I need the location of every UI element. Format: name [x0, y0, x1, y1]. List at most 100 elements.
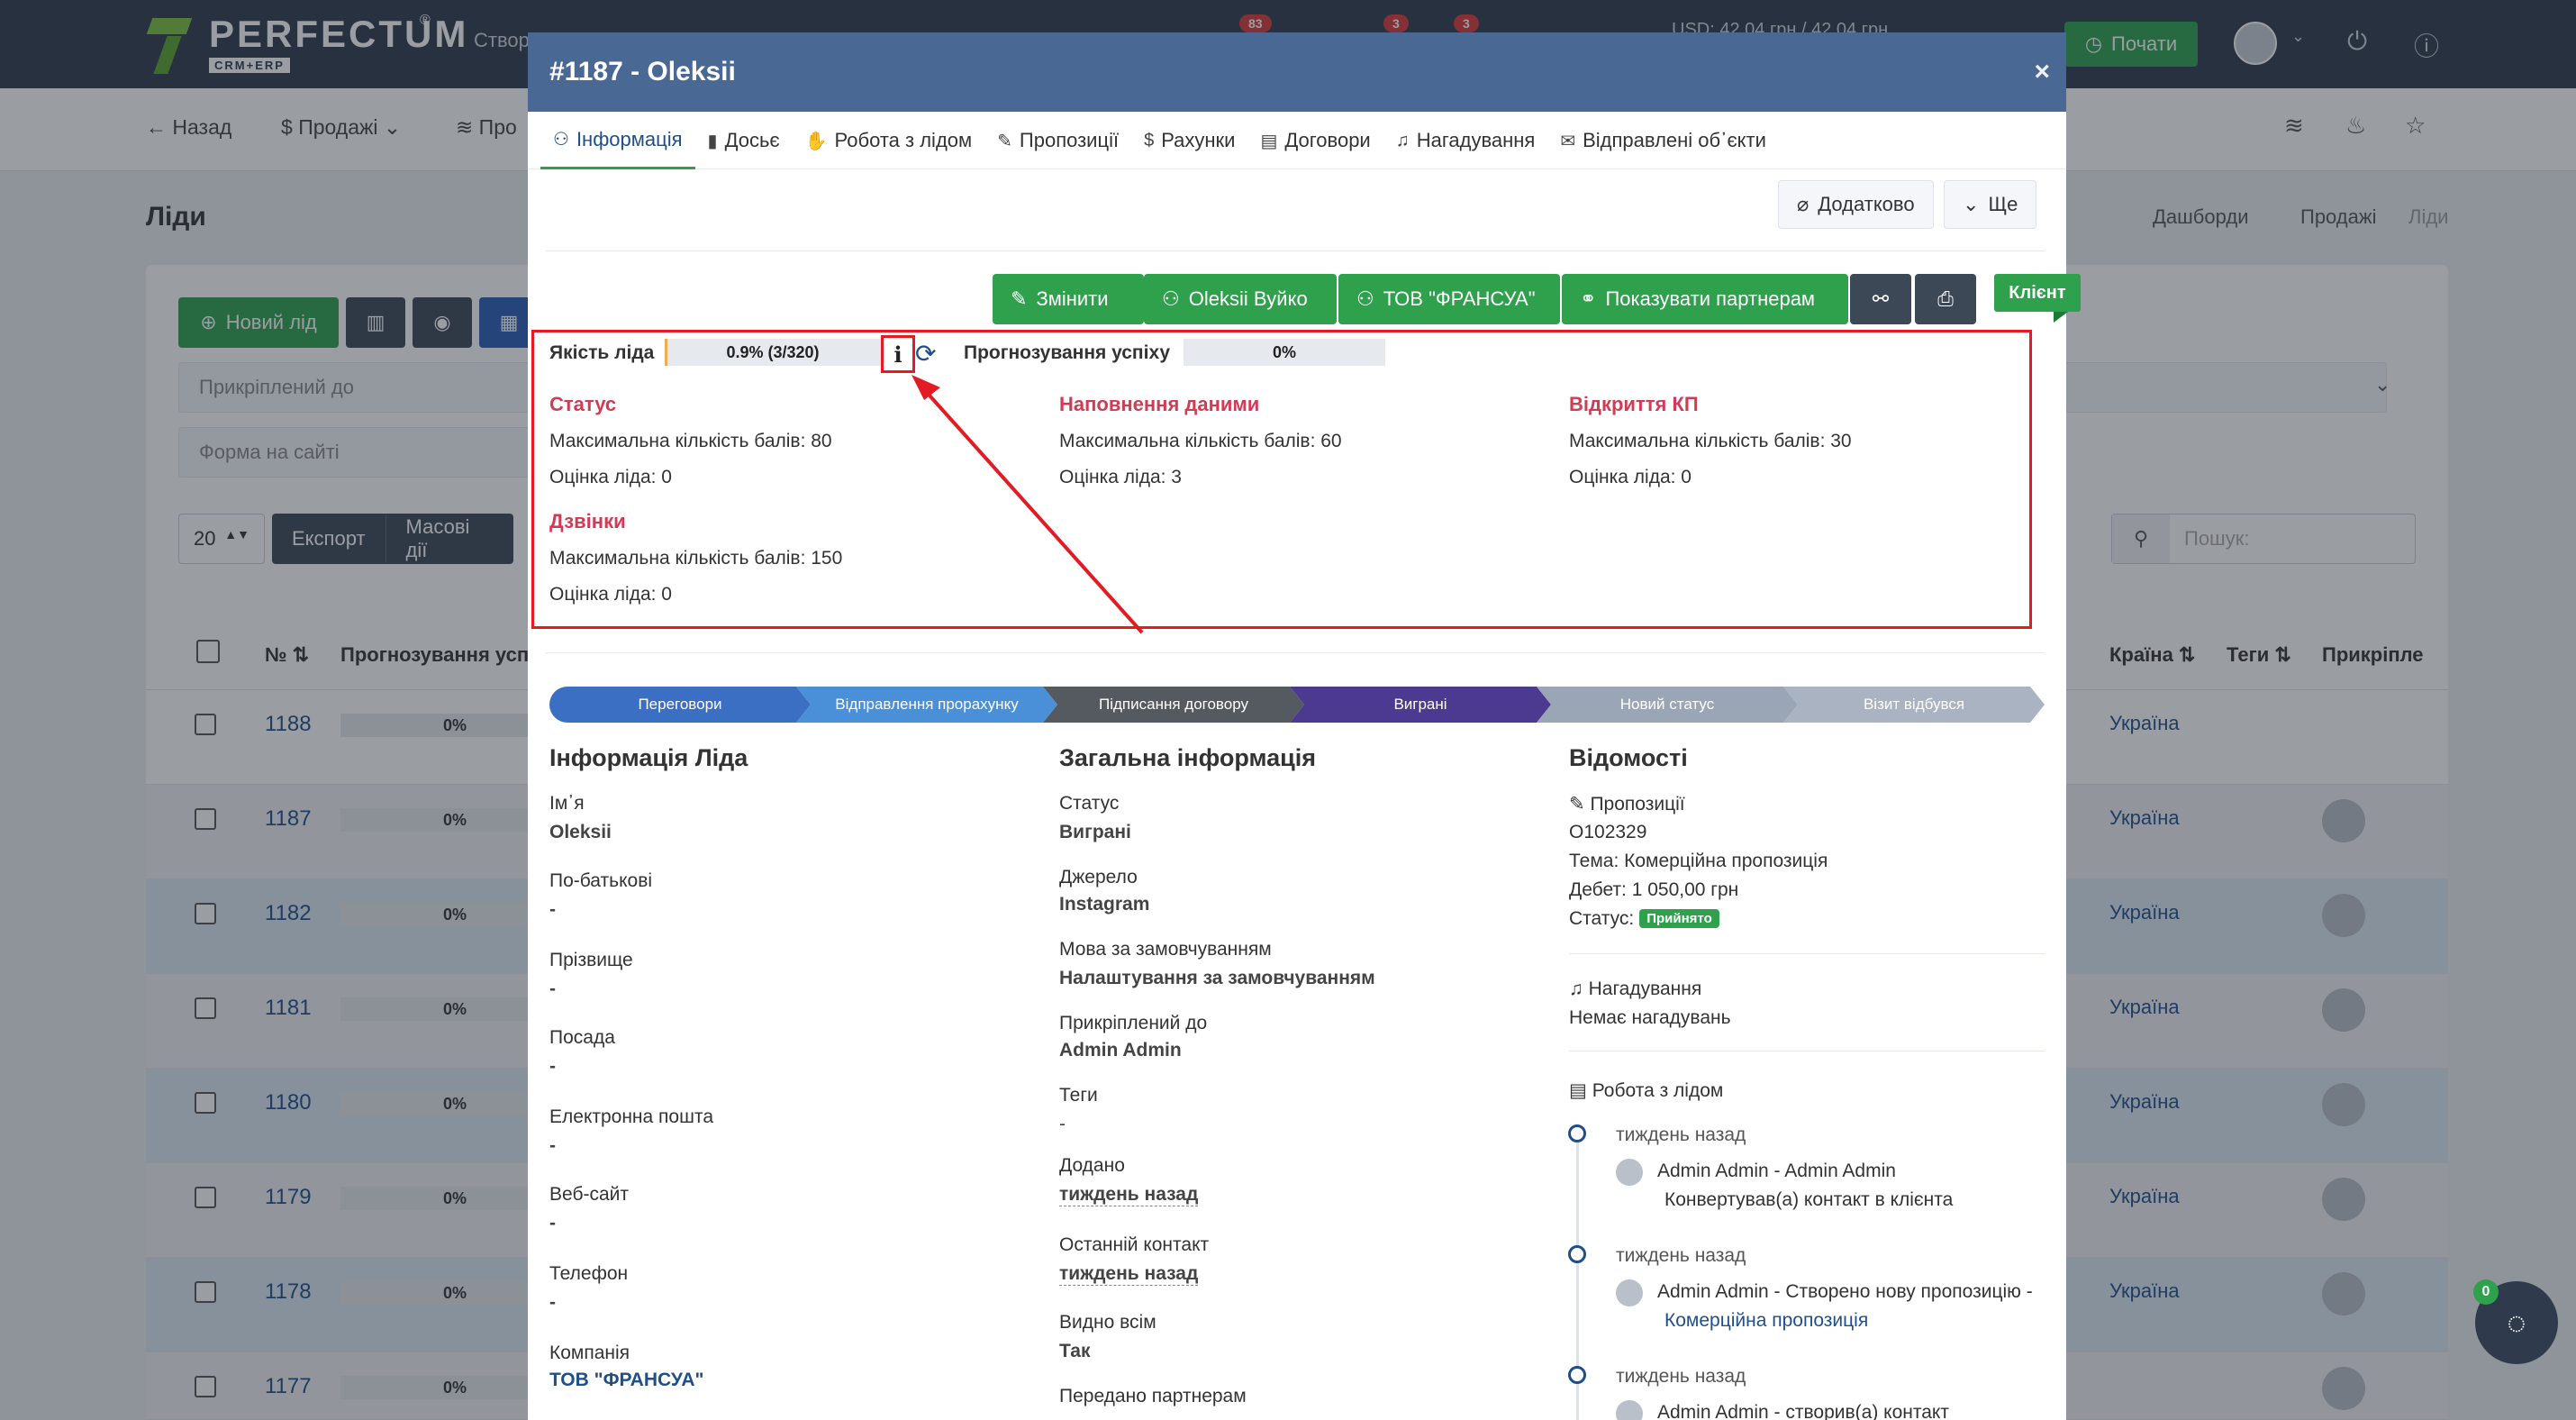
general-info-heading: Загальна інформація: [1059, 744, 1316, 771]
company-link[interactable]: ТОВ "ФРАНСУА": [549, 1370, 704, 1391]
divider: [546, 652, 2045, 653]
stage-won[interactable]: Виграні: [1290, 687, 1551, 723]
bell-icon: ♫: [1569, 979, 1583, 999]
score-value-status: Оцінка ліда: 0: [549, 467, 672, 487]
field-label: Прізвище: [549, 950, 633, 970]
proposal-number[interactable]: О102329: [1569, 822, 1646, 843]
field-value: -: [549, 1213, 556, 1233]
stage-visit-done[interactable]: Візит відбувся: [1783, 687, 2045, 723]
modal-tabs: ⚇ Інформація ▮ Досьє ✋ Робота з лідом ✎ Проп…: [528, 112, 2066, 169]
stage-new-status[interactable]: Новий статус: [1537, 687, 1798, 723]
stage-contract-signing[interactable]: Підписання договору: [1043, 687, 1304, 723]
field-label: Мова за замовчуванням: [1059, 939, 1272, 960]
field-label: Телефон: [549, 1263, 629, 1284]
avatar: [1616, 1400, 1643, 1420]
refresh-icon[interactable]: ⟳: [915, 339, 936, 369]
contact-person-button[interactable]: ⚇ Oleksii Вуйко: [1144, 274, 1337, 324]
field-label: Веб-сайт: [549, 1184, 629, 1205]
field-value: -: [549, 899, 556, 920]
field-label: Видно всім: [1059, 1312, 1156, 1333]
print-button[interactable]: ⎙: [1915, 274, 1976, 324]
stage-negotiations[interactable]: Переговори: [549, 687, 811, 723]
document-icon: ▤: [1569, 1080, 1587, 1101]
field-label: Статус: [1059, 793, 1120, 814]
quality-bar-fill: [665, 339, 667, 366]
avatar: [1616, 1279, 1643, 1306]
field-label: Передано партнерам: [1059, 1386, 1247, 1406]
quality-bar: 0.9% (3/320): [665, 339, 881, 366]
score-title-status: Статус: [549, 393, 617, 415]
field-label: По-батькові: [549, 870, 653, 891]
close-icon[interactable]: ×: [2034, 57, 2050, 87]
proposal-link[interactable]: Комерційна пропозиція: [1664, 1310, 1868, 1332]
timeline-time: тиждень назад: [1616, 1245, 1746, 1266]
status-pipeline: Переговори Відправлення прорахунку Підпи…: [549, 687, 2045, 723]
tab-proposals[interactable]: ✎ Пропозиції: [984, 112, 1131, 169]
tab-dossier[interactable]: ▮ Досьє: [695, 112, 793, 169]
divider: [546, 250, 2045, 251]
score-value-calls: Оцінка ліда: 0: [549, 584, 672, 605]
timeline-entry: Admin Admin - Створено нову пропозицію -: [1657, 1281, 2033, 1302]
divider: [1569, 953, 2045, 954]
modal-header: #1187 - Oleksii ×: [528, 32, 2066, 112]
proposals-title[interactable]: ✎ Пропозиції: [1569, 793, 1685, 815]
field-label: Посада: [549, 1027, 615, 1048]
timeline-entry: Admin Admin - створив(а) контакт: [1657, 1402, 1949, 1420]
details-heading: Відомості: [1569, 744, 1688, 771]
tab-contracts[interactable]: ▤ Договори: [1247, 112, 1383, 169]
score-title-calls: Дзвінки: [549, 510, 626, 532]
forecast-label: Прогнозування успіху: [964, 342, 1171, 363]
timeline-entry-detail: Конвертував(а) контакт в клієнта: [1664, 1189, 1954, 1210]
quality-value: 0.9% (3/320): [726, 343, 820, 361]
field-label: Теги: [1059, 1085, 1098, 1106]
timeline-entry: Admin Admin - Admin Admin: [1657, 1161, 1896, 1181]
client-ribbon: Клієнт: [1994, 274, 2081, 312]
field-label: Джерело: [1059, 867, 1138, 888]
timeline-time: тиждень назад: [1616, 1124, 1746, 1145]
show-partners-button[interactable]: ⚭ Показувати партнерам: [1562, 274, 1848, 324]
bell-icon: ♫: [1395, 130, 1410, 150]
book-icon: ▮: [707, 131, 718, 151]
field-value: тиждень назад: [1059, 1184, 1199, 1206]
field-label: Електронна пошта: [549, 1106, 714, 1127]
field-label: Останній контакт: [1059, 1234, 1210, 1255]
timeline-time: тиждень назад: [1616, 1366, 1746, 1387]
paperclip-icon: ⌀: [1797, 193, 1810, 215]
lead-quality-highlight: [531, 330, 2032, 629]
lead-modal: #1187 - Oleksii × ⚇ Інформація ▮ Досьє ✋ Ро…: [528, 32, 2066, 1420]
lead-info-heading: Інформація Ліда: [549, 744, 748, 771]
pencil-icon: ✎: [1011, 287, 1028, 310]
info-icon[interactable]: i: [881, 335, 915, 373]
field-value: -: [549, 979, 556, 999]
field-value: -: [549, 1292, 556, 1313]
tab-info[interactable]: ⚇ Інформація: [540, 112, 695, 169]
tab-invoices[interactable]: $ Рахунки: [1131, 112, 1247, 169]
field-label: Додано: [1059, 1155, 1125, 1176]
link-button[interactable]: ⚯: [1850, 274, 1911, 324]
lead-work-title: ▤ Робота з лідом: [1569, 1080, 1724, 1101]
edit-button[interactable]: ✎ Змінити: [993, 274, 1144, 324]
score-value-data: Оцінка ліда: 3: [1059, 467, 1182, 487]
tab-sent-objects[interactable]: ✉ Відправлені об᾿єкти: [1547, 112, 1779, 169]
company-button[interactable]: ⚇ ТОВ "ФРАНСУА": [1338, 274, 1560, 324]
tab-lead-work[interactable]: ✋ Робота з лідом: [793, 112, 985, 169]
score-value-proposal: Оцінка ліда: 0: [1569, 467, 1692, 487]
user-icon: ⚇: [1356, 287, 1374, 310]
tab-reminders[interactable]: ♫ Нагадування: [1383, 112, 1548, 169]
field-value: Instagram: [1059, 894, 1150, 915]
timeline-dot: [1568, 1366, 1586, 1384]
extra-button[interactable]: ⌀ Додатково: [1778, 180, 1934, 229]
envelope-icon: ✉: [1560, 131, 1576, 151]
field-value: Oleksii: [549, 822, 612, 842]
printer-icon: ⎙: [1937, 287, 1954, 310]
field-value: Налаштування за замовчуванням: [1059, 968, 1375, 988]
status-badge: Прийнято: [1639, 909, 1719, 928]
score-title-data: Наповнення даними: [1059, 393, 1260, 415]
stage-estimate-sent[interactable]: Відправлення прорахунку: [796, 687, 1057, 723]
more-button[interactable]: ⌄ Ще: [1944, 180, 2037, 229]
link-icon: ⚯: [1872, 287, 1890, 310]
field-value: Admin Admin: [1059, 1040, 1182, 1060]
dollar-icon: $: [1144, 130, 1155, 150]
score-max-status: Максимальна кількість балів: 80: [549, 431, 832, 451]
proposal-topic: Тема: Комерційна пропозиція: [1569, 851, 1828, 871]
